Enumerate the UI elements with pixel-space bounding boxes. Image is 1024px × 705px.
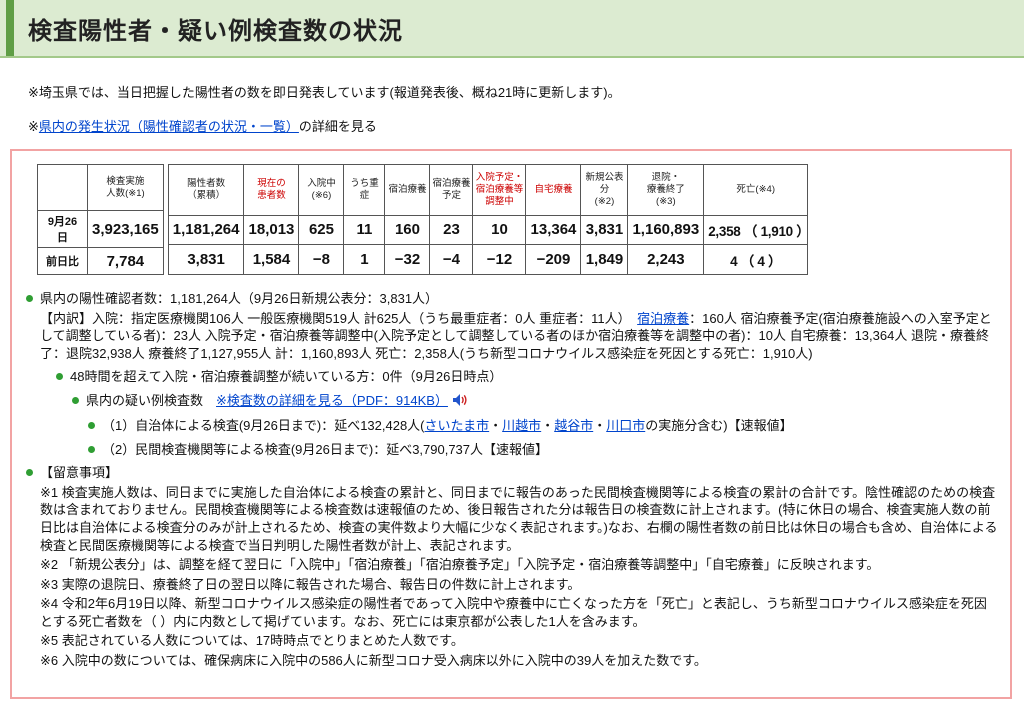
- column-header-hospitalized: 入院中 (※6): [298, 164, 345, 216]
- test-detail-pdf-link[interactable]: ※検査数の詳細を見る（PDF：914KB）: [216, 393, 448, 408]
- summary-table-left: 検査実施 人数(※1) 9月26日 3,923,165 前日比 7,784: [37, 164, 164, 275]
- column-header-severe: うち重症: [343, 164, 386, 216]
- stat-value: 10: [472, 214, 527, 246]
- municipal-part1: （1）自治体による検査(9月26日まで)：延べ132,428人(: [102, 418, 425, 434]
- stat-value: 1,181,264: [167, 214, 245, 246]
- corner-cell: [37, 164, 88, 211]
- stat-value: −32: [384, 244, 431, 275]
- bullet-icon: [72, 396, 79, 404]
- header-accent-bar: [6, 0, 14, 56]
- column-header-discharged: 退院・ 療養終了 (※3): [627, 164, 705, 216]
- stat-value: 625: [298, 214, 345, 246]
- column-header-hotel-care: 宿泊療養: [384, 164, 431, 216]
- adjustment-48h-text: 48時間を超えて入院・宿泊療養調整が続いている方：0件（9月26日時点）: [70, 369, 503, 385]
- stat-value: −209: [525, 244, 582, 275]
- stat-value: 3,923,165: [87, 210, 164, 248]
- header-row: 陽性者数 （累積） 現在の 患者数 入院中 (※6) うち重症 宿泊療養 宿泊療…: [167, 164, 809, 216]
- breakdown-text: 【内訳】入院：指定医療機関106人 一般医療機関519人 計625人（うち最重症…: [40, 310, 998, 363]
- saitama-city-link[interactable]: さいたま市: [425, 418, 490, 433]
- hotel-care-link[interactable]: 宿泊療養: [637, 311, 689, 326]
- summary-tables: 検査実施 人数(※1) 9月26日 3,923,165 前日比 7,784 陽性…: [37, 164, 998, 275]
- private-tests-text: （2）民間検査機関等による検査(9月26日まで)：延べ3,790,737人【速報…: [102, 441, 549, 457]
- bullet-icon: [88, 422, 95, 430]
- summary-table-main: 陽性者数 （累積） 現在の 患者数 入院中 (※6) うち重症 宿泊療養 宿泊療…: [167, 164, 810, 275]
- bullet-icon: [26, 469, 33, 477]
- stat-value: 2,243: [627, 244, 705, 275]
- list-item-48h-adjustment: 48時間を超えて入院・宿泊療養調整が続いている方：0件（9月26日時点）: [56, 368, 998, 386]
- list-item-cautions: 【留意事項】 ※1 検査実施人数は、同日までに実施した自治体による検査の累計と、…: [26, 464, 998, 669]
- stat-value: 11: [343, 214, 386, 246]
- column-header-home-care: 自宅療養: [525, 164, 582, 216]
- stats-box: 検査実施 人数(※1) 9月26日 3,923,165 前日比 7,784 陽性…: [10, 149, 1012, 699]
- column-header-tests: 検査実施 人数(※1): [87, 164, 164, 211]
- bullet-icon: [88, 445, 95, 453]
- stat-value: −4: [429, 244, 474, 275]
- link-separator: ・: [593, 418, 607, 434]
- bulleted-content: 県内の陽性確認者数：1,181,264人（9月26日新規公表分：3,831人） …: [26, 290, 998, 669]
- daily-update-note: ※埼玉県では、当日把握した陽性者の数を即日発表しています(報道発表後、概ね21時…: [28, 85, 621, 100]
- row-label: 前日比: [37, 247, 88, 275]
- stat-value: 160: [384, 214, 431, 246]
- stat-value: 13,364: [525, 214, 582, 246]
- occurrence-status-link[interactable]: 県内の発生状況（陽性確認者の状況・一覧）: [39, 119, 299, 134]
- stat-value-deaths: 2,358 （ 1,910 ）: [703, 214, 810, 246]
- list-item-suspected-tests: 県内の疑い例検査数 ※検査数の詳細を見る（PDF：914KB）: [72, 392, 998, 412]
- note-prefix: ※: [28, 119, 39, 134]
- kawagoe-city-link[interactable]: 川越市: [502, 418, 541, 433]
- kawaguchi-city-link[interactable]: 川口市: [606, 418, 645, 433]
- list-item-private-tests: （2）民間検査機関等による検査(9月26日まで)：延べ3,790,737人【速報…: [88, 441, 998, 459]
- positive-total-text: 県内の陽性確認者数：1,181,264人（9月26日新規公表分：3,831人）: [40, 291, 439, 306]
- list-item-positive-total: 県内の陽性確認者数：1,181,264人（9月26日新規公表分：3,831人） …: [26, 290, 998, 362]
- municipal-tests-line: （1）自治体による検査(9月26日まで)：延べ132,428人(さいたま市・川越…: [102, 417, 998, 435]
- stat-value: −12: [472, 244, 527, 275]
- stat-value: 18,013: [243, 214, 300, 246]
- breakdown-part1: 【内訳】入院：指定医療機関106人 一般医療機関519人 計625人（うち最重症…: [40, 310, 638, 326]
- stat-value: 7,784: [87, 247, 164, 275]
- stat-value: 1,160,893: [627, 214, 705, 246]
- bullet-icon: [56, 373, 63, 381]
- table-row: 1,181,264 18,013 625 11 160 23 10 13,364…: [167, 214, 810, 246]
- stat-value: 3,831: [167, 244, 245, 275]
- note-suffix: の詳細を見る: [298, 119, 377, 134]
- list-item-municipal-tests: （1）自治体による検査(9月26日まで)：延べ132,428人(さいたま市・川越…: [88, 417, 998, 435]
- stat-value: −8: [298, 244, 345, 275]
- column-header-deaths: 死亡(※4): [703, 164, 809, 216]
- stat-value: 1,849: [580, 244, 629, 275]
- speaker-icon[interactable]: [452, 393, 468, 412]
- stat-value: 1: [343, 244, 386, 275]
- suspected-tests-label: 県内の疑い例検査数: [86, 392, 217, 408]
- stat-value: 3,831: [580, 214, 629, 246]
- column-header-adjusting: 入院予定・ 宿泊療養等 調整中: [472, 164, 527, 216]
- table-row: 9月26日 3,923,165: [37, 210, 164, 248]
- column-header-current-patients: 現在の 患者数: [243, 164, 300, 216]
- cautions-title: 【留意事項】: [40, 465, 119, 481]
- occurrence-status-note: ※県内の発生状況（陽性確認者の状況・一覧）の詳細を見る: [28, 116, 1024, 135]
- caution-note-5: ※5 表記されている人数については、17時時点でとりまとめた人数です。: [40, 633, 464, 649]
- row-label: 9月26日: [37, 210, 88, 248]
- column-header-newly-announced: 新規公表分 (※2): [580, 164, 629, 216]
- suspected-tests-line: 県内の疑い例検査数 ※検査数の詳細を見る（PDF：914KB）: [86, 392, 998, 412]
- link-separator: ・: [489, 418, 503, 434]
- cautions-list: ※1 検査実施人数は、同日までに実施した自治体による検査の累計と、同日までに報告…: [40, 484, 998, 669]
- table-row: 前日比 7,784: [37, 247, 164, 275]
- caution-note-6: ※6 入院中の数については、確保病床に入院中の586人に新型コロナ受入病床以外に…: [40, 652, 707, 668]
- caution-note-4: ※4 令和2年6月19日以降、新型コロナウイルス感染症の陽性者であって入院中や療…: [40, 596, 987, 629]
- column-header-positives: 陽性者数 （累積）: [167, 164, 245, 216]
- municipal-part2: の実施分含む)【速報値】: [645, 418, 793, 434]
- table-row: 3,831 1,584 −8 1 −32 −4 −12 −209 1,849 2…: [167, 244, 809, 275]
- stat-value: 1,584: [243, 244, 300, 275]
- link-separator: ・: [541, 418, 555, 434]
- caution-note-1: ※1 検査実施人数は、同日までに実施した自治体による検査の累計と、同日までに報告…: [40, 484, 998, 553]
- bullet-icon: [26, 295, 33, 302]
- caution-note-2: ※2 「新規公表分」は、調整を経て翌日に「入院中」「宿泊療養」「宿泊療養予定」「…: [40, 557, 880, 573]
- stat-value: 23: [429, 214, 474, 246]
- koshigaya-city-link[interactable]: 越谷市: [554, 418, 593, 433]
- stat-value-deaths: 4 （ 4 ）: [703, 244, 809, 275]
- caution-note-3: ※3 実際の退院日、療養終了日の翌日以降に報告された場合、報告日の件数に計上され…: [40, 576, 581, 592]
- page-title: 検査陽性者・疑い例検査数の状況: [28, 17, 403, 45]
- page-header: 検査陽性者・疑い例検査数の状況: [0, 0, 1024, 58]
- column-header-hotel-planned: 宿泊療養 予定: [429, 164, 474, 216]
